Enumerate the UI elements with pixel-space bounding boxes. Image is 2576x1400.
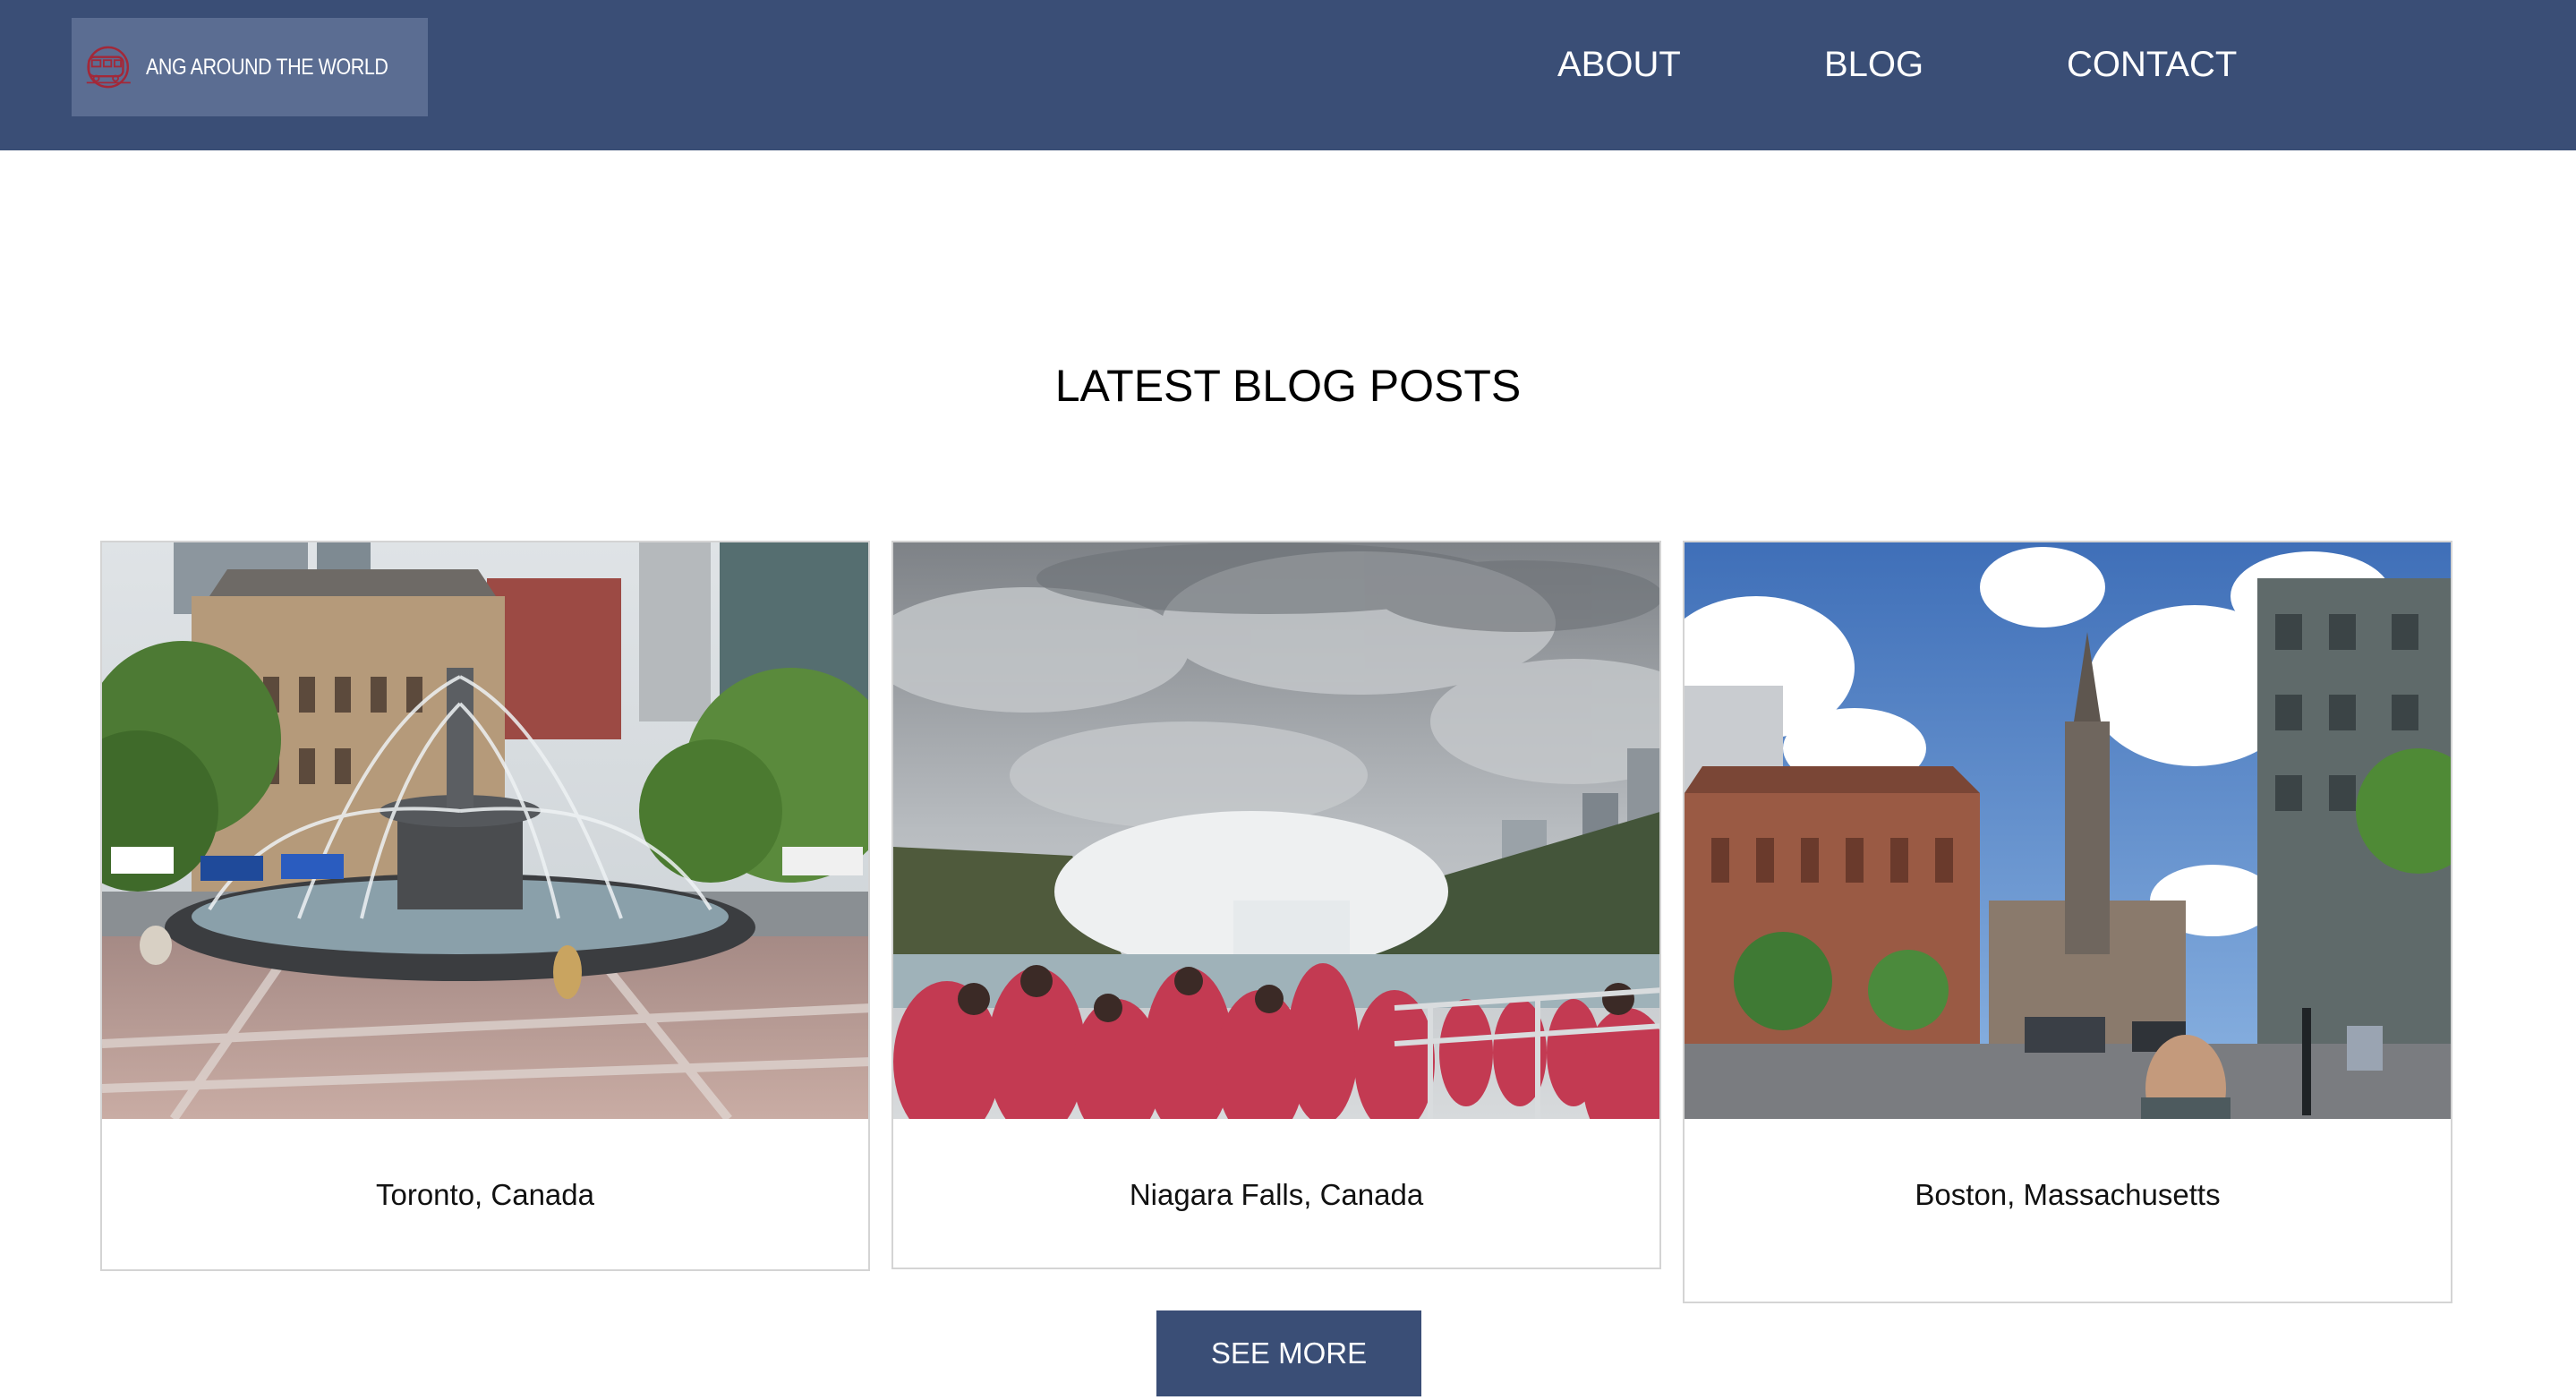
post-caption[interactable]: Boston, Massachusetts: [1685, 1178, 2451, 1212]
nav-blog-link[interactable]: BLOG: [1824, 41, 1923, 88]
section-title: LATEST BLOG POSTS: [1054, 361, 1522, 411]
site-header: ANG AROUND THE WORLD ABOUT BLOG CONTACT: [0, 0, 2576, 150]
train-logo-icon: [86, 46, 131, 89]
logo-text: ANG AROUND THE WORLD: [146, 54, 388, 80]
post-caption[interactable]: Niagara Falls, Canada: [893, 1178, 1659, 1212]
blog-card-boston[interactable]: Boston, Massachusetts: [1683, 541, 2452, 1303]
see-more-button[interactable]: SEE MORE: [1156, 1310, 1421, 1396]
post-caption[interactable]: Toronto, Canada: [102, 1178, 868, 1212]
nav-about-link[interactable]: ABOUT: [1557, 41, 1681, 88]
waterfall-boat-photo[interactable]: [893, 542, 1659, 1119]
site-logo[interactable]: ANG AROUND THE WORLD: [72, 18, 428, 116]
blog-card-niagara[interactable]: Niagara Falls, Canada: [891, 541, 1661, 1269]
nav-contact-link[interactable]: CONTACT: [2067, 41, 2237, 88]
city-street-church-photo[interactable]: [1685, 542, 2451, 1119]
fountain-plaza-photo[interactable]: [102, 542, 868, 1119]
blog-card-toronto[interactable]: Toronto, Canada: [100, 541, 870, 1271]
